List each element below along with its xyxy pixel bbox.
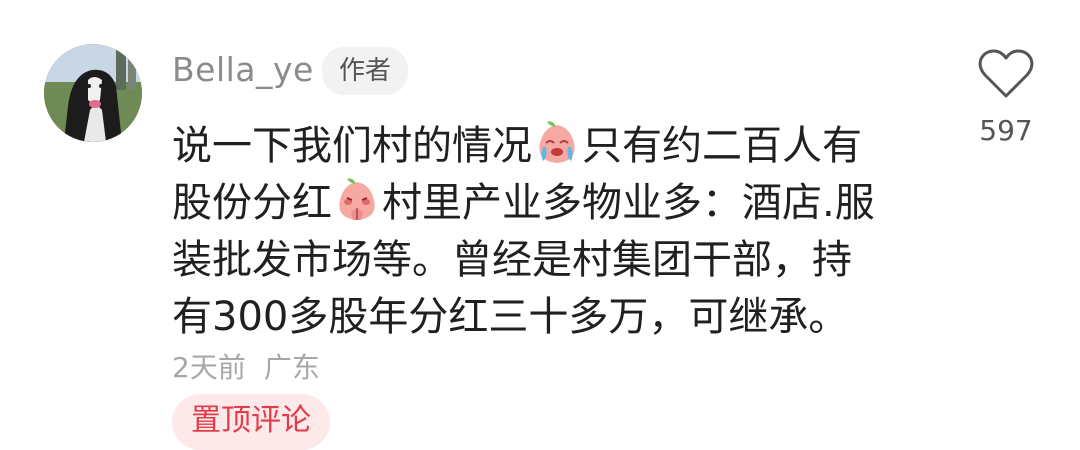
comment-text-segment: 装批发市场等。曾经是村集团干部，持 (172, 237, 852, 283)
comment-text-segment: 说一下我们村的情况 (172, 123, 532, 169)
bowing-peach-emoji (339, 178, 375, 220)
dog-avatar-image (44, 44, 142, 142)
comment-line: 有300多股年分红三十多万，可继承。 (172, 289, 932, 346)
comment-location: 广东 (263, 351, 320, 384)
comment-text[interactable]: 说一下我们村的情况 只有约二百人有 股份分红 村里产业多物业多：酒店.服 装批发… (172, 118, 932, 346)
heart-outline-icon (978, 49, 1034, 98)
comment-author-name[interactable]: Bella_ye (172, 50, 314, 89)
comment-line: 股份分红 村里产业多物业多：酒店.服 (172, 175, 932, 232)
avatar[interactable] (44, 44, 142, 142)
comment-text-segment: 股份分红 (172, 180, 332, 226)
comment-line: 说一下我们村的情况 只有约二百人有 (172, 118, 932, 175)
author-badge: 作者 (322, 47, 409, 95)
comment-text-segment: 村里产业多物业多：酒店.服 (382, 180, 875, 226)
like-button[interactable]: 597 (975, 48, 1037, 147)
comment-line: 装批发市场等。曾经是村集团干部，持 (172, 232, 932, 289)
comment-text-segment: 有300多股年分红三十多万，可继承。 (172, 294, 849, 340)
like-count: 597 (979, 114, 1033, 147)
crying-peach-emoji (539, 121, 575, 163)
comment-time: 2天前 (172, 351, 246, 384)
comment-meta: 2天前 广东 (172, 346, 320, 386)
pinned-comment-badge: 置顶评论 (172, 394, 330, 450)
comment-text-segment: 只有约二百人有 (582, 123, 862, 169)
